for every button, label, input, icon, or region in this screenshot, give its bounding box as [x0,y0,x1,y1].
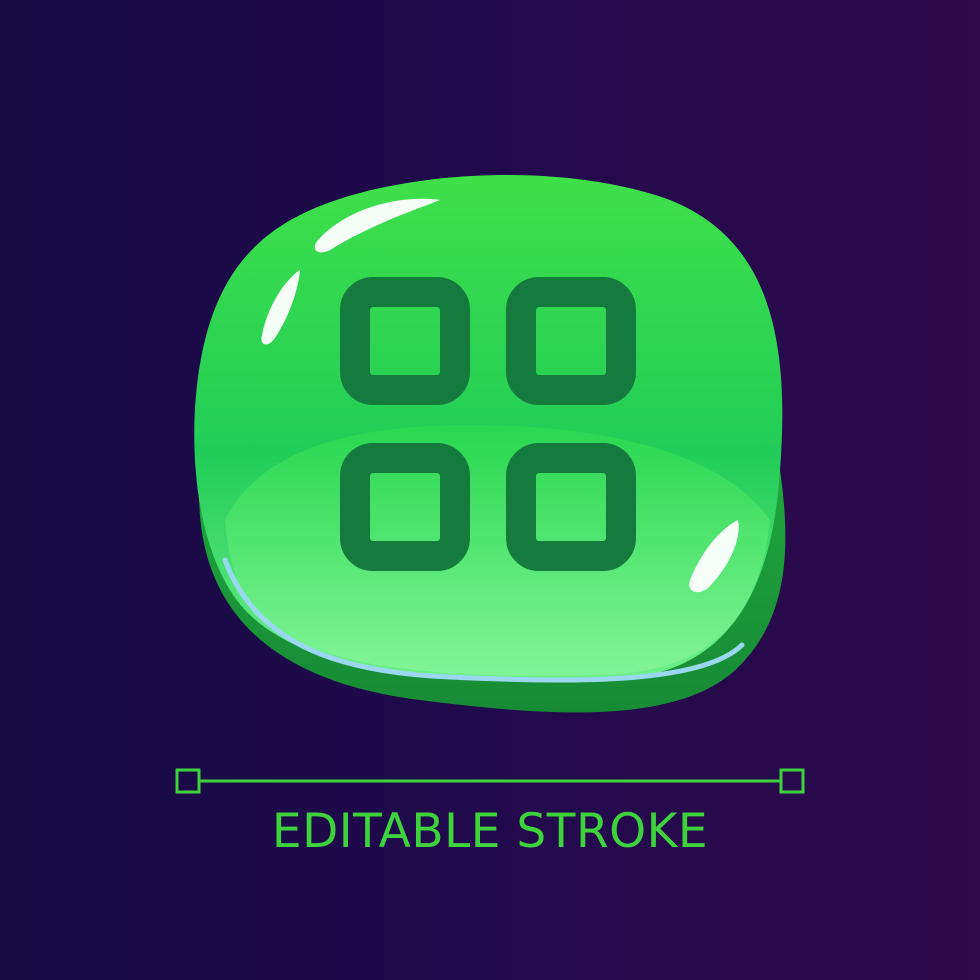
stroke-indicator [175,768,805,794]
stroke-handle-right [779,768,805,794]
stroke-handle-left [175,768,201,794]
button-lower-lobe [225,425,770,676]
caption-editable-stroke: EDITABLE STROKE [271,804,709,859]
glossy-button [194,174,786,713]
